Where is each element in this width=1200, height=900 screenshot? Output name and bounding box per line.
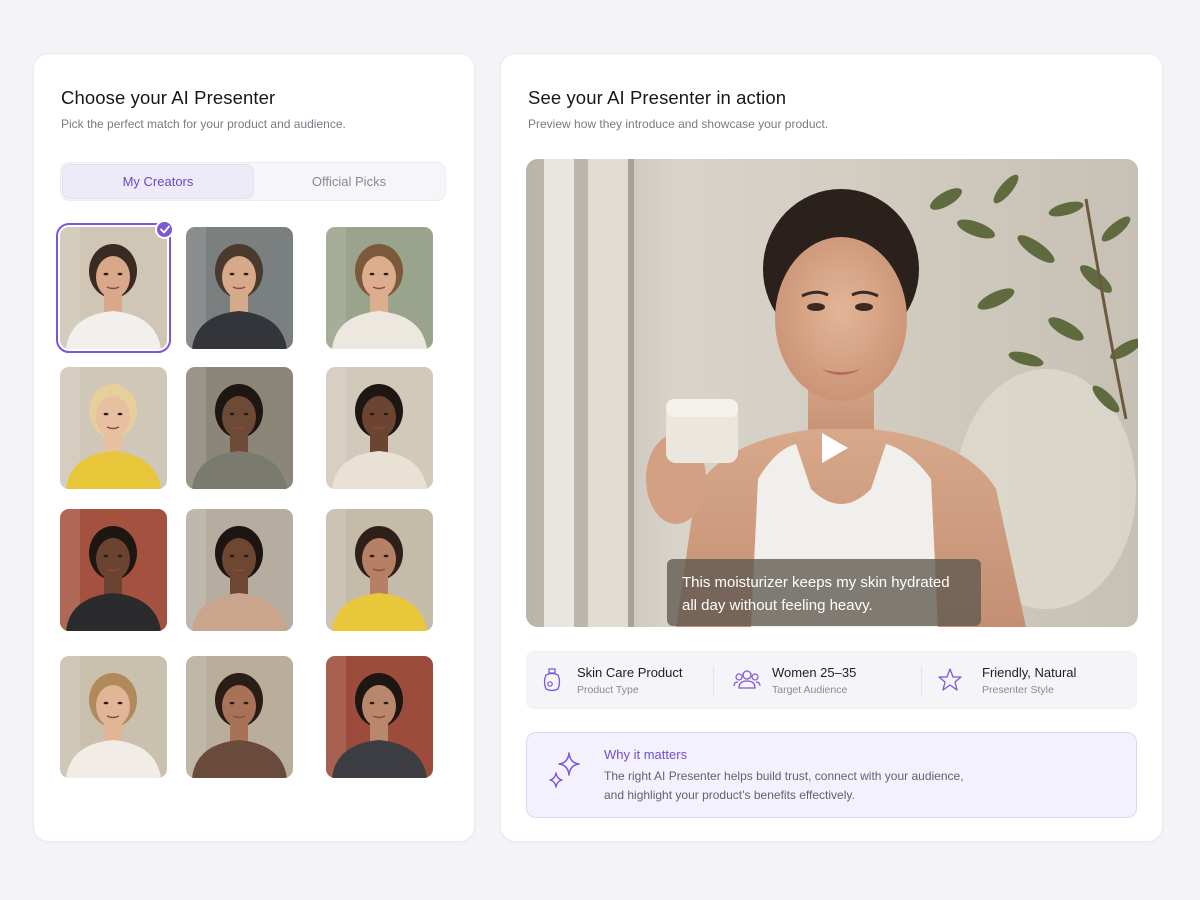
info-target-audience: Women 25–35 Target Audience (727, 652, 927, 710)
preview-panel: See your AI Presenter in action Preview … (500, 53, 1163, 842)
preview-title: See your AI Presenter in action (528, 87, 787, 108)
preview-subtitle: Preview how they introduce and showcase … (528, 117, 829, 131)
skincare-bottle-icon (543, 668, 561, 692)
presenter-card[interactable] (186, 367, 293, 489)
presenter-card[interactable] (326, 509, 433, 631)
presenter-card[interactable] (186, 509, 293, 631)
presenter-card[interactable] (326, 656, 433, 778)
presenter-card[interactable] (60, 656, 167, 778)
caption-line-1: This moisturizer keeps my skin hydrated (682, 574, 950, 591)
presenter-photo (326, 367, 433, 489)
why-body-line-1: The right AI Presenter helps build trust… (604, 769, 964, 783)
presenter-picker-panel: Choose your AI Presenter Pick the perfec… (33, 53, 475, 842)
why-body: The right AI Presenter helps build trust… (604, 767, 1004, 804)
info-divider (713, 666, 714, 696)
presenter-card[interactable] (186, 656, 293, 778)
presenter-card[interactable] (60, 367, 167, 489)
presenter-photo (60, 227, 167, 349)
caption-line-2: all day without feeling heavy. (682, 597, 873, 614)
info-product-type: Skin Care Product Product Type (527, 652, 727, 710)
users-icon (733, 670, 761, 689)
presenter-card[interactable] (326, 227, 433, 349)
video-caption: This moisturizer keeps my skin hydrated … (667, 559, 981, 626)
presenter-photo (326, 656, 433, 778)
info-divider (921, 666, 922, 696)
presenter-grid (34, 54, 474, 841)
product-type-value: Skin Care Product (577, 665, 683, 680)
star-icon (938, 668, 962, 691)
presenter-photo (186, 367, 293, 489)
target-audience-label: Target Audience (772, 684, 848, 696)
presenter-photo (60, 367, 167, 489)
presenter-photo (60, 656, 167, 778)
why-body-line-2: and highlight your product’s benefits ef… (604, 787, 855, 802)
presenter-card[interactable] (56, 223, 171, 353)
sparkles-icon (549, 752, 580, 788)
presenter-photo (186, 656, 293, 778)
presenter-info-bar: Skin Care Product Product Type Women 25–… (526, 651, 1137, 709)
why-title: Why it matters (604, 747, 688, 762)
presenter-photo (326, 509, 433, 631)
play-icon[interactable] (816, 430, 852, 466)
selected-check-icon (155, 220, 174, 239)
presenter-style-label: Presenter Style (982, 684, 1054, 696)
presenter-photo (186, 227, 293, 349)
video-frame (526, 159, 1138, 627)
why-it-matters-card: Why it matters The right AI Presenter he… (526, 732, 1137, 818)
presenter-style-value: Friendly, Natural (982, 665, 1077, 680)
product-type-label: Product Type (577, 684, 639, 696)
presenter-card[interactable] (326, 367, 433, 489)
presenter-photo (60, 509, 167, 631)
presenter-photo (186, 509, 293, 631)
presenter-photo (326, 227, 433, 349)
presenter-card[interactable] (186, 227, 293, 349)
presenter-card[interactable] (60, 509, 167, 631)
presenter-video[interactable]: This moisturizer keeps my skin hydrated … (526, 159, 1138, 627)
info-presenter-style: Friendly, Natural Presenter Style (927, 652, 1138, 710)
target-audience-value: Women 25–35 (772, 665, 857, 680)
